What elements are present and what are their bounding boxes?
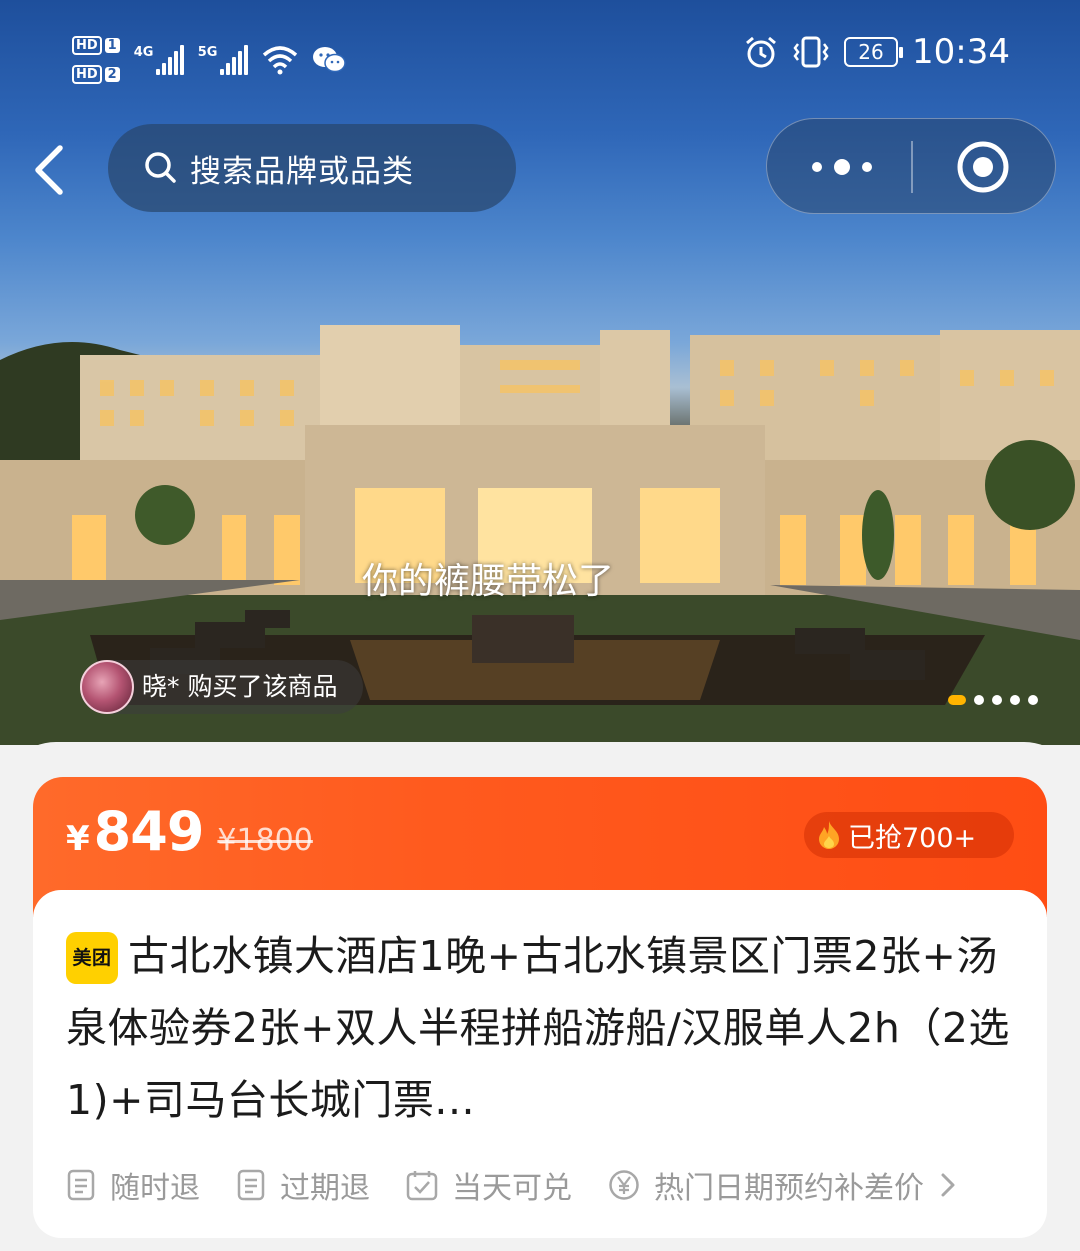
product-title: 古北水镇大酒店1晚+古北水镇景区门票2张+汤泉体验券2张+双人半程拼船游船/汉服…: [66, 932, 1010, 1124]
pager-dot[interactable]: [1028, 695, 1038, 705]
meituan-logo: 美团: [66, 932, 118, 984]
signal-5g-icon: 5G: [198, 45, 248, 75]
search-placeholder: 搜索品牌或品类: [190, 153, 414, 190]
tag-hot-date-surcharge[interactable]: 热门日期预约补差价: [608, 1163, 958, 1207]
product-title-block: 美团 古北水镇大酒店1晚+古北水镇景区门票2张+汤泉体验券2张+双人半程拼船游船/…: [66, 920, 1016, 1136]
fire-icon: [819, 821, 839, 849]
signal-4g-icon: 4G: [134, 45, 184, 75]
tag-refund-anytime: 随时退: [66, 1163, 200, 1207]
document-icon: [67, 1169, 95, 1201]
search-bar[interactable]: 搜索品牌或品类: [108, 124, 516, 212]
chevron-left-icon: [35, 145, 63, 195]
pager-dot[interactable]: [974, 695, 984, 705]
yen-circle-icon: [609, 1170, 639, 1200]
pager-dot[interactable]: [992, 695, 1002, 705]
tag-refund-expired: 过期退: [236, 1163, 370, 1207]
battery-indicator: 26: [844, 37, 904, 67]
carousel-pager: [948, 695, 1038, 705]
back-button[interactable]: [22, 128, 82, 208]
document-icon: [237, 1169, 265, 1201]
chevron-right-icon: [941, 1173, 955, 1197]
sim2-indicator: HD 2: [72, 65, 120, 84]
tag-same-day: 当天可兑: [406, 1163, 572, 1207]
vibrate-icon: [793, 36, 829, 68]
alarm-icon: [746, 36, 776, 68]
target-icon: [957, 141, 1009, 193]
currency-symbol: ¥: [66, 819, 90, 859]
wifi-icon: [262, 46, 297, 75]
hero-image-carousel[interactable]: HD 1 HD 2 4G 5G 26 10:34 搜索品牌或品类 你的裤腰带松了…: [0, 0, 1080, 745]
wechat-icon: [312, 47, 346, 73]
purchase-notice: 晓* 购买了该商品: [80, 660, 364, 714]
avatar: [80, 660, 134, 714]
close-miniprogram-button[interactable]: [955, 139, 1011, 195]
service-tags[interactable]: 随时退 过期退 当天可兑 热门日期预约补差价: [66, 1160, 1016, 1210]
pager-dot[interactable]: [948, 695, 966, 705]
purchase-notice-text: 晓* 购买了该商品: [142, 672, 338, 701]
pager-dot[interactable]: [1010, 695, 1020, 705]
clock: 10:34: [912, 32, 1010, 72]
hotel-photo: [0, 325, 1080, 745]
status-bar: HD 1 HD 2 4G 5G 26 10:34: [0, 30, 1080, 100]
original-price: ¥1800: [217, 823, 313, 858]
sale-price: 849: [93, 800, 205, 863]
sold-count-badge: 已抢700+: [804, 812, 1014, 858]
sold-count-text: 已抢700+: [848, 822, 977, 854]
miniprogram-capsule: [766, 118, 1056, 214]
sim1-indicator: HD 1: [72, 36, 120, 55]
bullet-comment: 你的裤腰带松了: [362, 561, 615, 602]
price-block: ¥ 849 ¥1800: [66, 800, 313, 863]
search-icon: [145, 152, 176, 183]
more-button[interactable]: [797, 143, 887, 191]
calendar-check-icon: [406, 1171, 438, 1201]
